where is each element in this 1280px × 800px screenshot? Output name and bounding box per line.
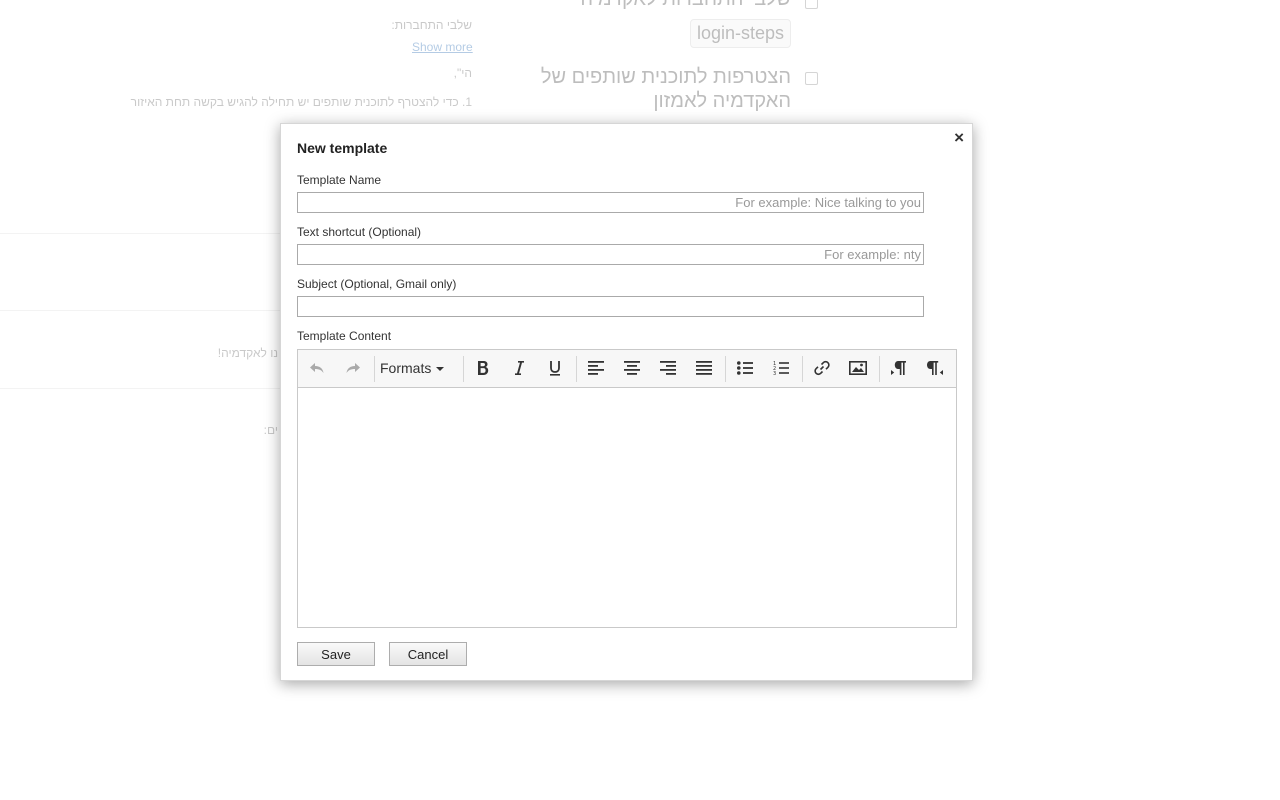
bg-text-line1: 1. כדי להצטרף לתוכנית שותפים יש תחילה לה…	[130, 95, 472, 109]
template-name-input[interactable]	[297, 192, 924, 213]
toolbar-separator	[879, 356, 880, 382]
chevron-down-icon	[436, 367, 445, 371]
dialog-title: New template	[297, 140, 388, 156]
subject-input[interactable]	[297, 296, 924, 317]
bg-checkbox-2	[805, 72, 818, 85]
template-content-label: Template Content	[297, 329, 392, 343]
template-name-label: Template Name	[297, 173, 382, 187]
formats-dropdown[interactable]: Formats	[380, 355, 445, 381]
bg-checkbox-1	[805, 0, 818, 9]
underline-icon[interactable]	[540, 355, 570, 381]
bold-icon[interactable]	[468, 355, 498, 381]
align-right-icon[interactable]	[653, 355, 683, 381]
bg-text-welcome: נו לאקדמיה!	[217, 346, 278, 360]
ltr-icon[interactable]	[884, 355, 914, 381]
formats-label: Formats	[380, 360, 432, 376]
shortcut-label: Text shortcut (Optional)	[297, 225, 422, 239]
align-center-icon[interactable]	[617, 355, 647, 381]
italic-icon[interactable]	[504, 355, 534, 381]
bg-text-hi: הי",	[453, 66, 472, 80]
undo-icon[interactable]	[302, 355, 332, 381]
shortcut-input[interactable]	[297, 244, 924, 265]
link-icon[interactable]	[807, 355, 837, 381]
image-icon[interactable]	[843, 355, 873, 381]
bg-label-steps: שלבי התחברות:	[391, 18, 472, 32]
align-left-icon[interactable]	[581, 355, 611, 381]
svg-text:3: 3	[773, 371, 776, 376]
redo-icon[interactable]	[338, 355, 368, 381]
bg-heading-login-steps: שלבי התחברות לאקדמיה	[580, 0, 791, 11]
new-template-dialog: × New template Template Name Text shortc…	[280, 123, 973, 681]
editor-toolbar: Formats 1 2 3	[298, 350, 956, 388]
toolbar-separator	[374, 356, 375, 382]
rich-text-editor: Formats 1 2 3	[297, 349, 957, 628]
toolbar-separator	[802, 356, 803, 382]
toolbar-separator	[463, 356, 464, 382]
toolbar-separator	[725, 356, 726, 382]
numbered-list-icon[interactable]: 123	[766, 355, 796, 381]
save-button[interactable]: Save	[297, 642, 375, 666]
bg-text-colon: ים:	[263, 423, 278, 437]
subject-label: Subject (Optional, Gmail only)	[297, 277, 457, 291]
toolbar-separator	[576, 356, 577, 382]
rtl-icon[interactable]	[920, 355, 950, 381]
template-content-editor[interactable]	[298, 388, 956, 627]
cancel-button[interactable]: Cancel	[389, 642, 467, 666]
close-icon[interactable]: ×	[954, 129, 964, 147]
bg-show-more-link: Show more	[412, 40, 473, 54]
bg-chip-login-steps: login-steps	[690, 19, 792, 48]
justify-icon[interactable]	[689, 355, 719, 381]
bg-heading-partners-1: הצטרפות לתוכנית שותפים של	[540, 66, 791, 88]
bg-heading-partners-2: האקדמיה לאמזון	[653, 90, 791, 112]
bullet-list-icon[interactable]	[730, 355, 760, 381]
